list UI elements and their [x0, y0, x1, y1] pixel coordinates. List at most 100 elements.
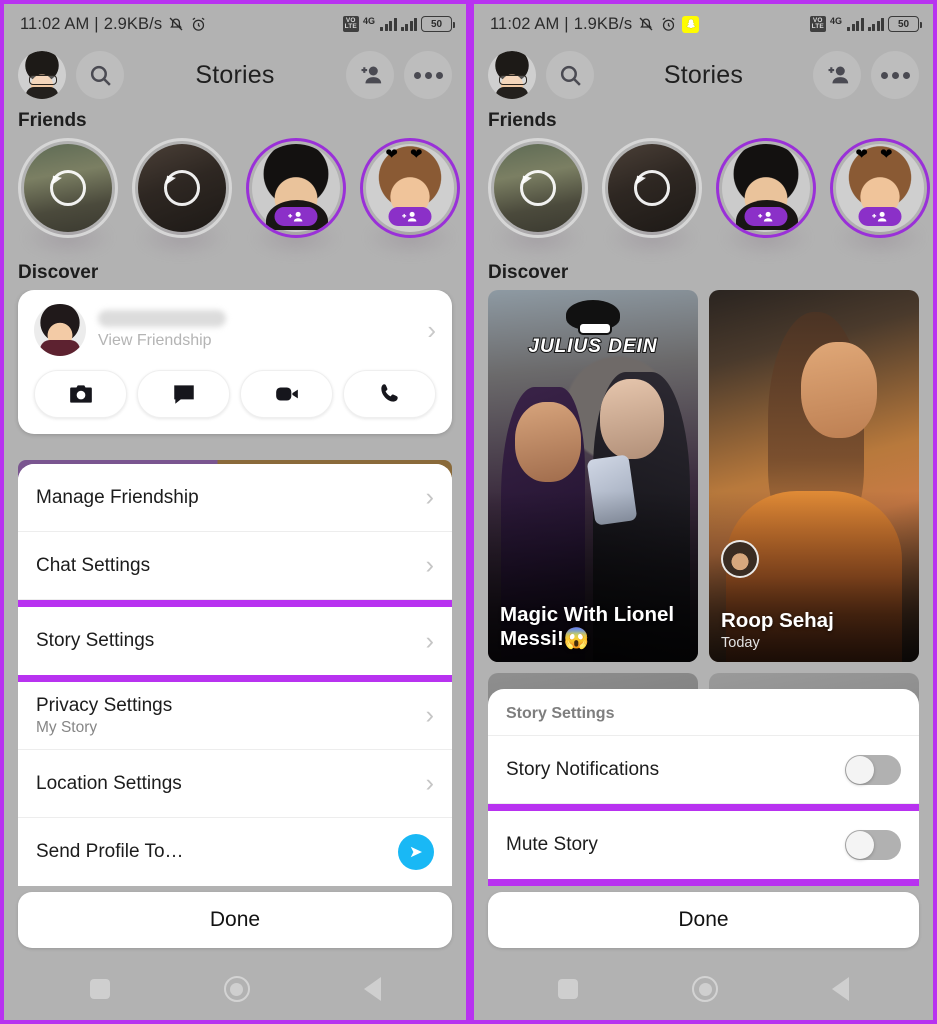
- replay-icon: [520, 170, 556, 206]
- recents-square-icon[interactable]: [89, 979, 110, 999]
- discover-card-roop-sehaj[interactable]: Roop Sehaj Today: [709, 290, 919, 662]
- search-button[interactable]: [76, 51, 124, 99]
- status-left-group: 11:02 AM | 1.9KB/s: [490, 14, 700, 34]
- menu-item-label: Manage Friendship: [36, 486, 199, 508]
- menu-item-sublabel: My Story: [36, 718, 98, 736]
- story-bubble[interactable]: [602, 138, 702, 258]
- menu-item-label: Story Settings: [36, 630, 155, 651]
- right-done-bar: Done: [474, 886, 933, 958]
- bitmoji-avatar: [488, 51, 536, 99]
- add-friend-badge[interactable]: [858, 207, 902, 226]
- profile-avatar-button[interactable]: [18, 51, 66, 99]
- creator-avatar: [721, 540, 759, 578]
- friends-story-row[interactable]: ❤❤: [4, 138, 466, 258]
- menu-item-privacy-settings[interactable]: Privacy Settings My Story ›: [18, 682, 452, 750]
- done-button[interactable]: Done: [18, 892, 452, 948]
- add-friend-button[interactable]: [346, 51, 394, 99]
- story-bubble[interactable]: [716, 138, 816, 258]
- status-net-speed: 2.9KB/s: [103, 14, 163, 33]
- discover-grid: JULIUS DEIN Magic With Lionel Messi!😱 Ro…: [474, 290, 933, 662]
- add-friend-button[interactable]: [813, 51, 861, 99]
- back-triangle-icon[interactable]: [363, 977, 381, 1001]
- battery-indicator: 50: [888, 16, 922, 32]
- bell-mute-icon: [167, 15, 185, 33]
- chevron-right-icon: ›: [425, 551, 434, 579]
- phone-call-icon: [380, 384, 398, 402]
- channel-name: JULIUS DEIN: [527, 335, 658, 358]
- right-phone-panel: 11:02 AM | 1.9KB/s VO LTE 4G 50 Stories …: [470, 0, 937, 1024]
- card-title: Roop Sehaj: [721, 608, 834, 632]
- replay-icon: [164, 170, 200, 206]
- home-circle-icon[interactable]: [223, 976, 250, 1002]
- story-bubble[interactable]: [18, 138, 118, 258]
- setting-row-mute-story[interactable]: Mute Story: [488, 811, 919, 879]
- heart-headband-decoration: ❤❤: [385, 146, 435, 163]
- page-title: Stories: [195, 60, 275, 89]
- story-bubble[interactable]: [246, 138, 346, 258]
- story-ring-viewed: [602, 138, 702, 238]
- card-text-group: Roop Sehaj Today: [721, 609, 907, 651]
- story-bubble[interactable]: [488, 138, 588, 258]
- story-bubble[interactable]: ❤❤: [830, 138, 930, 258]
- status-net-speed: 1.9KB/s: [573, 14, 633, 33]
- more-options-button[interactable]: [404, 51, 452, 99]
- menu-item-manage-friendship[interactable]: Manage Friendship ›: [18, 464, 452, 532]
- add-friend-badge[interactable]: [744, 207, 788, 226]
- network-type-label: 4G: [362, 16, 375, 26]
- right-app-header: Stories: [474, 44, 933, 106]
- friends-section-title: Friends: [488, 110, 557, 131]
- friends-story-row[interactable]: ❤❤: [474, 138, 933, 258]
- battery-indicator: 50: [421, 16, 455, 32]
- video-call-button[interactable]: [240, 370, 333, 418]
- recents-square-icon[interactable]: [558, 979, 578, 999]
- more-options-icon: [880, 71, 910, 79]
- friend-name-redacted: [98, 310, 226, 327]
- search-button[interactable]: [546, 51, 594, 99]
- menu-item-chat-settings[interactable]: Chat Settings ›: [18, 532, 452, 600]
- phone-call-button[interactable]: [343, 370, 436, 418]
- menu-item-send-profile-to[interactable]: Send Profile To…: [18, 818, 452, 886]
- dual-screenshot-stage: 11:02 AM | 2.9KB/s VO LTE 4G 50 Stories …: [0, 0, 937, 1024]
- friendship-quick-actions: [34, 370, 436, 418]
- discover-card-julius-dein[interactable]: JULIUS DEIN Magic With Lionel Messi!😱: [488, 290, 698, 662]
- left-android-navbar: [4, 958, 466, 1020]
- setting-label: Story Notifications: [506, 758, 660, 780]
- person-face: [515, 401, 582, 482]
- story-bubble[interactable]: ❤❤: [360, 138, 460, 258]
- left-screen: 11:02 AM | 2.9KB/s VO LTE 4G 50 Stories …: [4, 4, 466, 1020]
- mute-story-toggle[interactable]: [845, 830, 901, 860]
- add-friend-badge[interactable]: [388, 207, 432, 226]
- status-time: 11:02 AM: [490, 14, 560, 33]
- alarm-clock-icon: [190, 16, 207, 33]
- menu-item-story-settings[interactable]: Story Settings ›: [18, 607, 452, 675]
- status-right-group: VO LTE 4G 50: [342, 16, 455, 32]
- camera-button[interactable]: [34, 370, 127, 418]
- chevron-right-icon: ›: [425, 769, 434, 797]
- menu-item-location-settings[interactable]: Location Settings ›: [18, 750, 452, 818]
- story-settings-sheet: Story Settings Story Notifications Mute …: [488, 689, 919, 886]
- send-button[interactable]: [398, 834, 434, 870]
- back-triangle-icon[interactable]: [832, 977, 849, 1001]
- profile-avatar-button[interactable]: [488, 51, 536, 99]
- volte-icon: VO LTE: [809, 16, 826, 32]
- story-settings-highlight-box: Story Settings ›: [18, 600, 452, 682]
- menu-item-label: Privacy Settings: [36, 694, 173, 716]
- left-done-bar: Done: [4, 886, 466, 958]
- setting-row-story-notifications[interactable]: Story Notifications: [488, 736, 919, 804]
- chevron-right-icon: ›: [427, 315, 436, 345]
- chevron-right-icon: ›: [425, 483, 434, 511]
- card-subtitle: Today: [721, 635, 760, 651]
- menu-item-label: Location Settings: [36, 772, 182, 794]
- done-button[interactable]: Done: [488, 892, 919, 948]
- friendship-card[interactable]: View Friendship ›: [18, 290, 452, 434]
- home-circle-icon[interactable]: [692, 976, 718, 1002]
- more-options-button[interactable]: [871, 51, 919, 99]
- add-friend-badge[interactable]: [274, 207, 318, 226]
- story-notifications-toggle[interactable]: [845, 754, 901, 785]
- heart-headband-decoration: ❤❤: [855, 146, 905, 163]
- story-bubble[interactable]: [132, 138, 232, 258]
- chat-button[interactable]: [137, 370, 230, 418]
- left-discover-area: View Friendship › Manage Friendship › Ch…: [4, 290, 466, 886]
- bitmoji-avatar: [18, 51, 66, 99]
- menu-item-label: Chat Settings: [36, 554, 151, 576]
